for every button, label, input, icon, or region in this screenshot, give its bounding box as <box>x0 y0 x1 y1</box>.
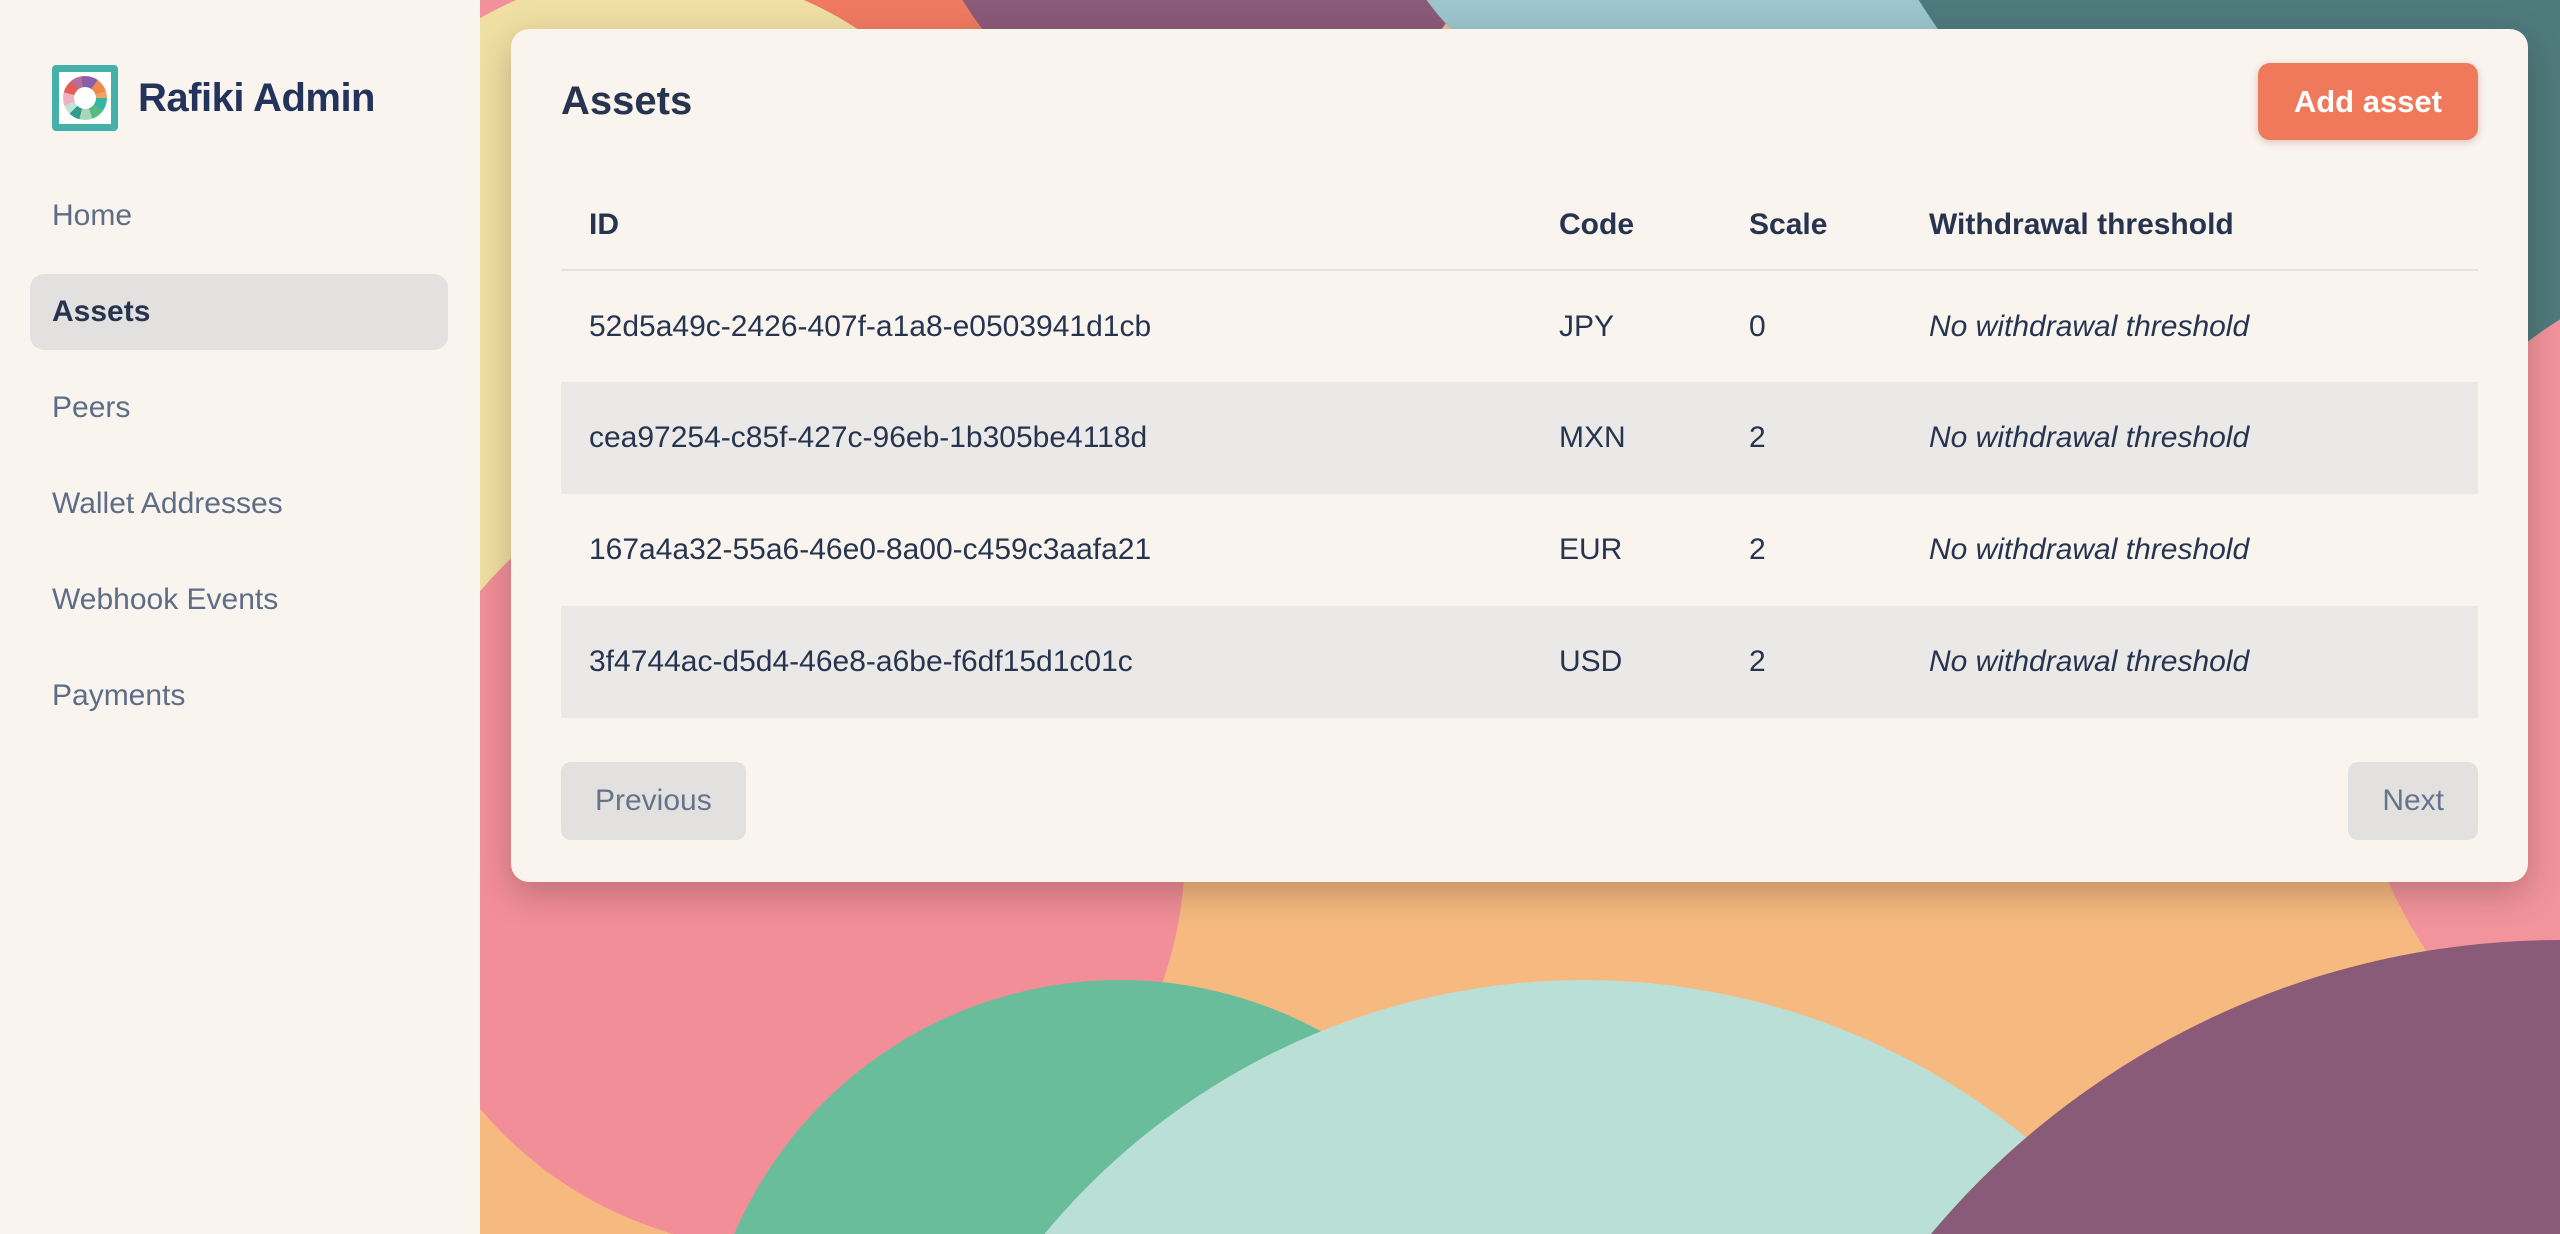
app-root: Rafiki Admin Home Assets Peers Wallet Ad… <box>0 0 2560 1234</box>
cell-code: USD <box>1531 606 1721 718</box>
sidebar-item-peers[interactable]: Peers <box>30 370 448 446</box>
next-button[interactable]: Next <box>2348 762 2478 840</box>
card-header: Assets Add asset <box>561 63 2478 140</box>
table-row: 3f4744ac-d5d4-46e8-a6be-f6df15d1c01c USD… <box>561 606 2478 718</box>
column-header-withdrawal-threshold: Withdrawal threshold <box>1901 180 2478 270</box>
table-row: 167a4a32-55a6-46e0-8a00-c459c3aafa21 EUR… <box>561 494 2478 606</box>
assets-card: Assets Add asset ID Code Scale Withdrawa… <box>511 29 2528 882</box>
sidebar-item-assets[interactable]: Assets <box>30 274 448 350</box>
column-header-code: Code <box>1531 180 1721 270</box>
rafiki-logo-icon <box>52 65 118 131</box>
cell-scale: 2 <box>1721 606 1901 718</box>
cell-id: 167a4a32-55a6-46e0-8a00-c459c3aafa21 <box>561 494 1531 606</box>
cell-code: EUR <box>1531 494 1721 606</box>
sidebar-item-webhook-events[interactable]: Webhook Events <box>30 562 448 638</box>
cell-scale: 0 <box>1721 270 1901 382</box>
sidebar: Rafiki Admin Home Assets Peers Wallet Ad… <box>0 0 480 1234</box>
sidebar-item-home[interactable]: Home <box>30 178 448 254</box>
rafiki-donut-icon <box>63 76 107 120</box>
cell-code: JPY <box>1531 270 1721 382</box>
sidebar-nav: Home Assets Peers Wallet Addresses Webho… <box>0 178 480 734</box>
sidebar-item-wallet-addresses[interactable]: Wallet Addresses <box>30 466 448 542</box>
add-asset-button[interactable]: Add asset <box>2258 63 2478 140</box>
cell-scale: 2 <box>1721 382 1901 494</box>
assets-table: ID Code Scale Withdrawal threshold 52d5a… <box>561 180 2478 718</box>
brand: Rafiki Admin <box>52 65 448 131</box>
cell-scale: 2 <box>1721 494 1901 606</box>
cell-id: cea97254-c85f-427c-96eb-1b305be4118d <box>561 382 1531 494</box>
column-header-scale: Scale <box>1721 180 1901 270</box>
app-title: Rafiki Admin <box>138 76 375 121</box>
cell-withdrawal-threshold: No withdrawal threshold <box>1901 270 2478 382</box>
cell-id: 3f4744ac-d5d4-46e8-a6be-f6df15d1c01c <box>561 606 1531 718</box>
cell-id: 52d5a49c-2426-407f-a1a8-e0503941d1cb <box>561 270 1531 382</box>
previous-button[interactable]: Previous <box>561 762 746 840</box>
cell-withdrawal-threshold: No withdrawal threshold <box>1901 494 2478 606</box>
page-title: Assets <box>561 79 692 124</box>
column-header-id: ID <box>561 180 1531 270</box>
cell-withdrawal-threshold: No withdrawal threshold <box>1901 382 2478 494</box>
cell-withdrawal-threshold: No withdrawal threshold <box>1901 606 2478 718</box>
table-header: ID Code Scale Withdrawal threshold <box>561 180 2478 270</box>
pagination: Previous Next <box>561 762 2478 840</box>
table-row: 52d5a49c-2426-407f-a1a8-e0503941d1cb JPY… <box>561 270 2478 382</box>
table-row: cea97254-c85f-427c-96eb-1b305be4118d MXN… <box>561 382 2478 494</box>
main-area: Assets Add asset ID Code Scale Withdrawa… <box>480 0 2560 1234</box>
cell-code: MXN <box>1531 382 1721 494</box>
sidebar-item-payments[interactable]: Payments <box>30 658 448 734</box>
